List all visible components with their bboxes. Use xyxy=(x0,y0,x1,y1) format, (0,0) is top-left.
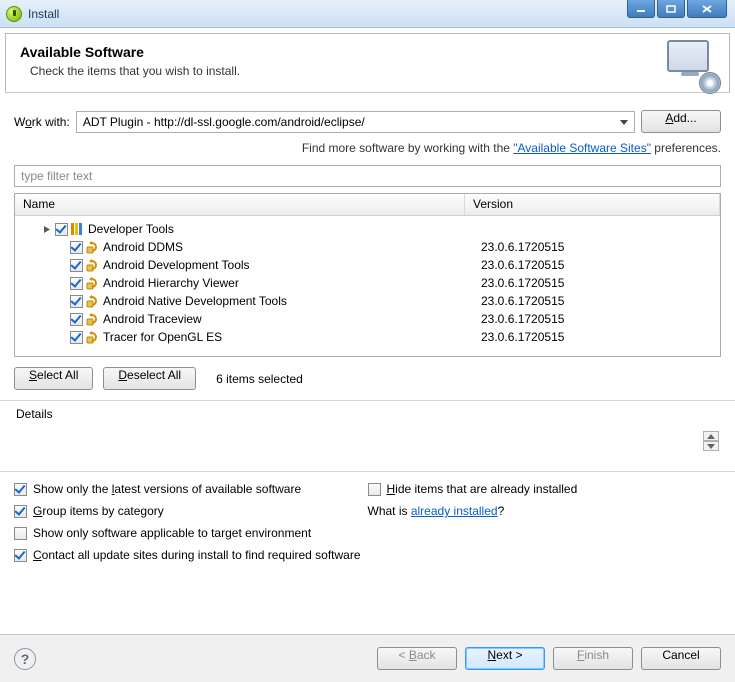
checkbox[interactable] xyxy=(368,483,381,496)
details-section: Details xyxy=(14,401,721,461)
item-name: Android Traceview xyxy=(103,312,202,326)
table-row[interactable]: Android DDMS 23.0.6.1720515 xyxy=(15,238,720,256)
window-title: Install xyxy=(28,7,59,21)
feature-icon xyxy=(86,330,100,344)
software-table: Name Version Developer Tools xyxy=(14,193,721,357)
item-name: Android Development Tools xyxy=(103,258,250,272)
category-row[interactable]: Developer Tools xyxy=(15,220,720,238)
item-checkbox[interactable] xyxy=(70,313,83,326)
cancel-button[interactable]: Cancel xyxy=(641,647,721,670)
spin-down-icon[interactable] xyxy=(703,441,719,451)
work-with-combo[interactable]: ADT Plugin - http://dl-ssl.google.com/an… xyxy=(76,111,635,133)
help-button[interactable]: ? xyxy=(14,648,36,670)
item-checkbox[interactable] xyxy=(70,241,83,254)
banner-heading: Available Software xyxy=(20,44,715,60)
expander-icon[interactable] xyxy=(42,224,52,234)
col-version[interactable]: Version xyxy=(465,194,720,215)
filter-input[interactable]: type filter text xyxy=(14,165,721,187)
feature-icon xyxy=(86,240,100,254)
table-header: Name Version xyxy=(15,194,720,216)
checkbox[interactable] xyxy=(14,527,27,540)
banner: Available Software Check the items that … xyxy=(5,33,730,93)
sites-hint: Find more software by working with the "… xyxy=(14,141,721,155)
opt-target-env[interactable]: Show only software applicable to target … xyxy=(14,526,368,540)
item-version: 23.0.6.1720515 xyxy=(473,258,720,272)
feature-icon xyxy=(86,276,100,290)
minimize-button[interactable] xyxy=(627,0,655,18)
category-label: Developer Tools xyxy=(88,222,174,236)
item-checkbox[interactable] xyxy=(70,259,83,272)
footer: ? < Back Next > Finish Cancel xyxy=(0,634,735,682)
item-name: Android Native Development Tools xyxy=(103,294,287,308)
item-name: Android DDMS xyxy=(103,240,183,254)
item-name: Tracer for OpenGL ES xyxy=(103,330,222,344)
details-label: Details xyxy=(16,407,719,421)
checkbox[interactable] xyxy=(14,549,27,562)
item-checkbox[interactable] xyxy=(70,295,83,308)
category-checkbox[interactable] xyxy=(55,223,68,236)
app-icon xyxy=(6,6,22,22)
item-version: 23.0.6.1720515 xyxy=(473,330,720,344)
table-row[interactable]: Android Hierarchy Viewer 23.0.6.1720515 xyxy=(15,274,720,292)
add-button[interactable]: Add... xyxy=(641,110,721,133)
already-installed-link[interactable]: already installed xyxy=(411,504,498,518)
col-name[interactable]: Name xyxy=(15,194,465,215)
selected-count: 6 items selected xyxy=(216,372,303,386)
next-button[interactable]: Next > xyxy=(465,647,545,670)
feature-icon xyxy=(86,294,100,308)
maximize-button[interactable] xyxy=(657,0,685,18)
item-version: 23.0.6.1720515 xyxy=(473,294,720,308)
banner-sub: Check the items that you wish to install… xyxy=(30,64,715,78)
table-row[interactable]: Android Development Tools 23.0.6.1720515 xyxy=(15,256,720,274)
work-with-label: Work with: xyxy=(14,115,70,129)
checkbox[interactable] xyxy=(14,505,27,518)
item-version: 23.0.6.1720515 xyxy=(473,276,720,290)
install-icon xyxy=(667,40,715,88)
opt-latest[interactable]: Show only the latest versions of availab… xyxy=(14,482,368,496)
item-version: 23.0.6.1720515 xyxy=(473,312,720,326)
opt-hide-installed[interactable]: Hide items that are already installed xyxy=(368,482,722,496)
back-button[interactable]: < Back xyxy=(377,647,457,670)
spin-up-icon[interactable] xyxy=(703,431,719,441)
table-row[interactable]: Tracer for OpenGL ES 23.0.6.1720515 xyxy=(15,328,720,346)
table-row[interactable]: Android Native Development Tools 23.0.6.… xyxy=(15,292,720,310)
item-checkbox[interactable] xyxy=(70,331,83,344)
filter-placeholder: type filter text xyxy=(21,169,92,183)
deselect-all-button[interactable]: Deselect All xyxy=(103,367,196,390)
opt-group-category[interactable]: Group items by category xyxy=(14,504,368,518)
category-icon xyxy=(71,223,85,235)
item-version: 23.0.6.1720515 xyxy=(473,240,720,254)
whatis-text: What is already installed? xyxy=(368,504,722,518)
item-name: Android Hierarchy Viewer xyxy=(103,276,239,290)
select-all-button[interactable]: Select All xyxy=(14,367,93,390)
close-button[interactable] xyxy=(687,0,727,18)
feature-icon xyxy=(86,258,100,272)
feature-icon xyxy=(86,312,100,326)
opt-contact-sites[interactable]: Contact all update sites during install … xyxy=(14,548,721,562)
table-row[interactable]: Android Traceview 23.0.6.1720515 xyxy=(15,310,720,328)
finish-button[interactable]: Finish xyxy=(553,647,633,670)
checkbox[interactable] xyxy=(14,483,27,496)
item-checkbox[interactable] xyxy=(70,277,83,290)
titlebar: Install xyxy=(0,0,735,28)
work-with-value: ADT Plugin - http://dl-ssl.google.com/an… xyxy=(83,115,365,129)
available-sites-link[interactable]: "Available Software Sites" xyxy=(513,141,651,155)
details-spinner[interactable] xyxy=(703,431,719,451)
